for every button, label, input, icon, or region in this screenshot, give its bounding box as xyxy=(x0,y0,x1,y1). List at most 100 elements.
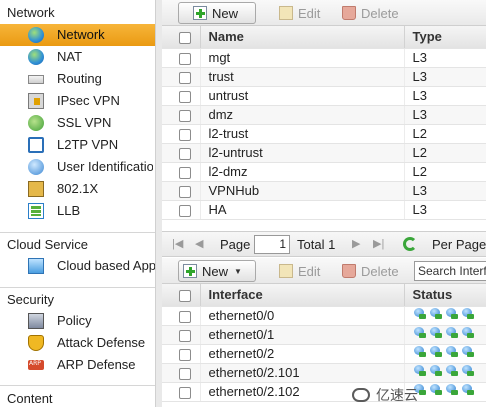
table-row[interactable]: mgt L3 xyxy=(162,48,486,68)
sidebar-item-label: SSL VPN xyxy=(57,115,112,130)
row-checkbox[interactable] xyxy=(179,185,191,198)
sidebar-item-llb[interactable]: LLB xyxy=(0,200,155,222)
section-title-cloud-service: Cloud Service xyxy=(7,237,88,252)
row-checkbox[interactable] xyxy=(179,109,191,122)
select-all-cell[interactable] xyxy=(162,26,201,49)
zones-new-button[interactable]: New xyxy=(178,2,256,24)
zones-delete-button[interactable]: Delete xyxy=(342,2,399,24)
table-row[interactable]: untrust L3 xyxy=(162,86,486,106)
table-row[interactable]: ethernet0/2.101 xyxy=(162,363,486,383)
status-cell xyxy=(404,363,486,383)
interface-name: ethernet0/0 xyxy=(200,306,405,326)
column-header-status[interactable]: Status xyxy=(404,284,486,307)
table-row[interactable]: l2-dmz L2 xyxy=(162,162,486,182)
globe-arrows-icon xyxy=(28,49,44,65)
sidebar-item-network[interactable]: Network xyxy=(0,24,155,46)
row-checkbox[interactable] xyxy=(179,71,191,84)
link-status-icon xyxy=(445,327,459,339)
interface-delete-button[interactable]: Delete xyxy=(342,260,399,282)
total-pages-label: Total 1 xyxy=(297,237,336,252)
row-checkbox[interactable] xyxy=(179,204,191,217)
interface-edit-button[interactable]: Edit xyxy=(279,260,320,282)
zone-type: L2 xyxy=(404,162,486,182)
trash-icon xyxy=(342,6,356,20)
globe-icon xyxy=(28,27,44,43)
section-divider xyxy=(0,385,155,386)
sidebar-item-user-identification[interactable]: User Identification xyxy=(0,156,155,178)
column-header-name[interactable]: Name xyxy=(200,26,405,49)
link-status-icon xyxy=(429,346,443,358)
row-checkbox[interactable] xyxy=(179,128,191,141)
sidebar-item-label: Routing xyxy=(57,71,102,86)
sidebar-item-label: NAT xyxy=(57,49,83,64)
sidebar-item-label: L2TP VPN xyxy=(57,137,119,152)
add-icon xyxy=(193,6,207,20)
edit-label: Edit xyxy=(298,5,321,21)
sidebar-item-nat[interactable]: NAT xyxy=(0,46,155,68)
sidebar-item-label: LLB xyxy=(57,203,81,218)
row-checkbox[interactable] xyxy=(179,348,191,361)
select-all-cell[interactable] xyxy=(162,284,201,307)
page-label: Page xyxy=(220,237,251,252)
column-header-interface[interactable]: Interface xyxy=(200,284,405,307)
section-divider xyxy=(0,232,155,233)
table-row[interactable]: dmz L3 xyxy=(162,105,486,125)
ssl-lock-icon xyxy=(28,115,44,131)
sidebar-item-cloud-based-app[interactable]: Cloud based App xyxy=(0,255,155,277)
link-status-icon xyxy=(445,308,459,320)
sidebar-item-label: Network xyxy=(57,27,105,42)
table-row[interactable]: ethernet0/0 xyxy=(162,306,486,326)
watermark-text: 亿速云 xyxy=(376,388,418,404)
zone-type: L3 xyxy=(404,181,486,201)
refresh-icon[interactable] xyxy=(403,237,417,251)
zone-type: L3 xyxy=(404,200,486,220)
interface-new-button[interactable]: New ▼ xyxy=(178,260,256,282)
select-all-checkbox[interactable] xyxy=(179,289,191,302)
dot1x-icon xyxy=(28,181,44,197)
row-checkbox[interactable] xyxy=(179,310,191,323)
zones-edit-button[interactable]: Edit xyxy=(279,2,320,24)
sidebar-item-ssl-vpn[interactable]: SSL VPN xyxy=(0,112,155,134)
search-interface-input[interactable]: Search Interface xyxy=(414,261,486,281)
first-page-icon[interactable]: |◀ xyxy=(172,237,183,250)
row-checkbox[interactable] xyxy=(179,52,191,65)
row-checkbox[interactable] xyxy=(179,90,191,103)
sidebar-item-policy[interactable]: Policy xyxy=(0,310,155,332)
page-number-input[interactable]: 1 xyxy=(254,235,290,254)
select-all-checkbox[interactable] xyxy=(179,31,191,44)
row-checkbox[interactable] xyxy=(179,166,191,179)
row-checkbox[interactable] xyxy=(179,329,191,342)
last-page-icon[interactable]: ▶| xyxy=(373,237,384,250)
sidebar-item-attack-defense[interactable]: Attack Defense xyxy=(0,332,155,354)
arp-icon xyxy=(28,360,44,370)
row-checkbox[interactable] xyxy=(179,386,191,399)
zone-name: mgt xyxy=(200,48,405,68)
table-row[interactable]: l2-trust L2 xyxy=(162,124,486,144)
next-page-icon[interactable]: ▶ xyxy=(352,237,360,250)
sidebar-item-ipsec-vpn[interactable]: IPsec VPN xyxy=(0,90,155,112)
sidebar-item-arp-defense[interactable]: ARP Defense xyxy=(0,354,155,376)
table-row[interactable]: VPNHub L3 xyxy=(162,181,486,201)
zone-type: L3 xyxy=(404,67,486,87)
prev-page-icon[interactable]: ◀ xyxy=(195,237,203,250)
sidebar-item-8021x[interactable]: 802.1X xyxy=(0,178,155,200)
link-status-icon xyxy=(461,308,475,320)
status-cell xyxy=(404,306,486,326)
table-row[interactable]: ethernet0/1 xyxy=(162,325,486,345)
table-header-row: Interface Status xyxy=(162,284,486,307)
table-row[interactable]: HA L3 xyxy=(162,200,486,220)
zone-name: l2-dmz xyxy=(200,162,405,182)
sidebar-scrollbar[interactable] xyxy=(155,0,162,407)
column-header-type[interactable]: Type xyxy=(404,26,486,49)
row-checkbox[interactable] xyxy=(179,147,191,160)
sidebar-item-l2tp-vpn[interactable]: L2TP VPN xyxy=(0,134,155,156)
table-row[interactable]: ethernet0/2 xyxy=(162,344,486,364)
chevron-down-icon[interactable]: ▼ xyxy=(234,267,242,276)
row-checkbox[interactable] xyxy=(179,367,191,380)
sidebar-item-routing[interactable]: Routing xyxy=(0,68,155,90)
interface-name: ethernet0/1 xyxy=(200,325,405,345)
link-status-icon xyxy=(445,346,459,358)
link-status-icon xyxy=(413,327,427,339)
table-row[interactable]: trust L3 xyxy=(162,67,486,87)
table-row[interactable]: l2-untrust L2 xyxy=(162,143,486,163)
